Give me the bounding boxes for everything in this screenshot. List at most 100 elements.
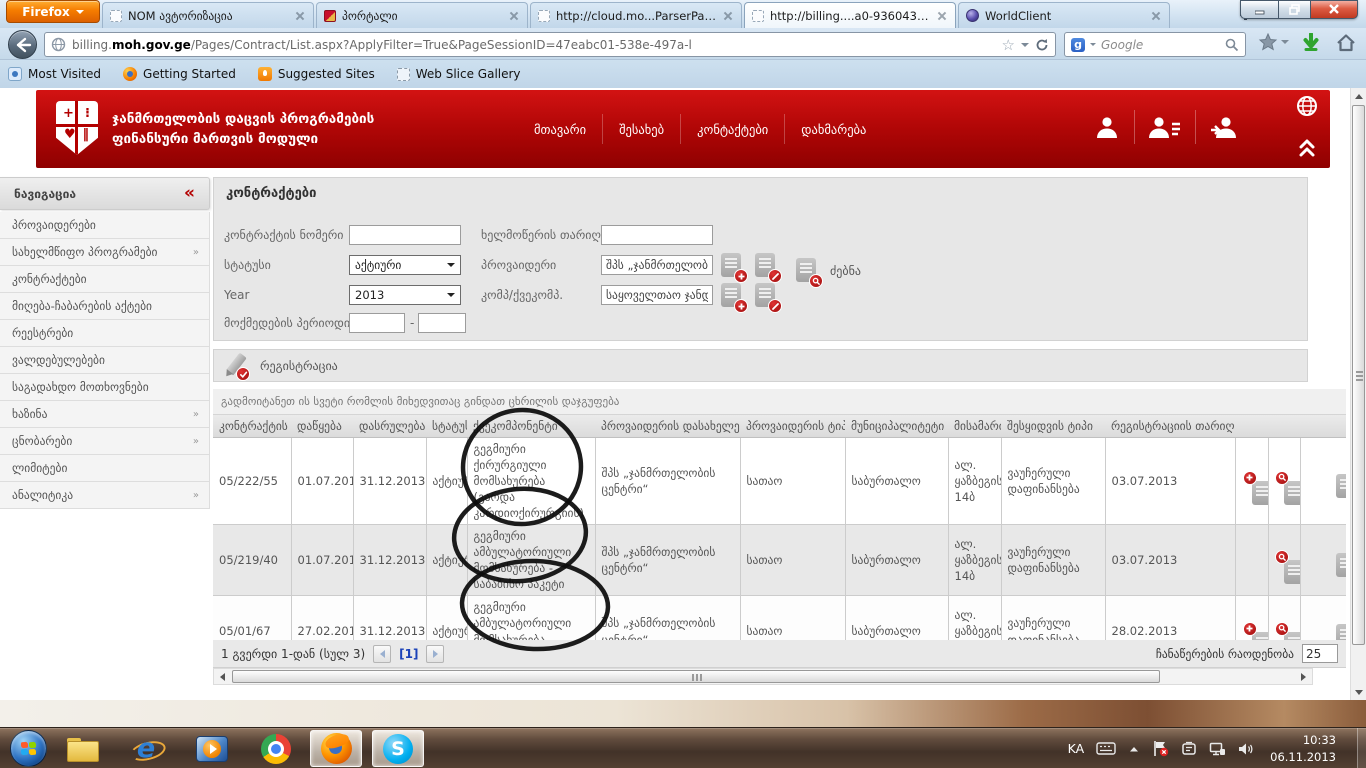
horizontal-scrollbar[interactable] xyxy=(213,668,1313,685)
start-button[interactable] xyxy=(10,730,47,767)
google-engine-icon[interactable] xyxy=(1071,38,1085,52)
table-row[interactable]: 05/219/40 01.07.2013 31.12.2013 აქტიური … xyxy=(213,524,1346,595)
search-contracts-button[interactable]: ძებნა xyxy=(796,258,861,284)
taskbar-explorer[interactable] xyxy=(60,730,104,767)
bookmarks-menu-button[interactable] xyxy=(1258,33,1289,51)
back-button[interactable] xyxy=(8,30,37,59)
nav-contacts[interactable]: კონტაქტები xyxy=(680,114,784,144)
search-input[interactable] xyxy=(1101,38,1220,52)
scroll-up-button[interactable] xyxy=(1351,88,1366,104)
action-center-flag-icon[interactable] xyxy=(1152,740,1169,757)
tab-cloud-parserpage[interactable]: http://cloud.mo...ParserPage.aspx xyxy=(530,2,742,28)
keyboard-icon[interactable] xyxy=(1096,742,1116,755)
nav-about[interactable]: შესახებ xyxy=(602,114,680,144)
provider-input[interactable] xyxy=(601,255,713,275)
close-icon[interactable] xyxy=(1150,10,1162,22)
nav-help[interactable]: დახმარება xyxy=(784,114,882,144)
period-from-input[interactable] xyxy=(349,313,405,333)
engine-dropdown-icon[interactable] xyxy=(1090,43,1096,46)
col-contract-no[interactable]: კონტრაქტის № xyxy=(213,415,291,437)
firefox-menu-button[interactable]: Firefox xyxy=(6,0,100,23)
taskbar-chrome[interactable] xyxy=(254,730,298,767)
language-indicator[interactable]: KA xyxy=(1068,741,1085,756)
col-reg-date[interactable]: რეგისტრაციის თარიღი xyxy=(1105,415,1235,437)
hidden-icons-arrow[interactable] xyxy=(1128,745,1140,753)
sidebar-item-treasury[interactable]: ხაზინა» xyxy=(0,401,210,428)
provider-add-button[interactable] xyxy=(721,253,743,279)
col-purchase-type[interactable]: შესყიდვის ტიპი xyxy=(1001,415,1105,437)
horizontal-scrollbar-thumb[interactable] xyxy=(232,670,1160,683)
table-row[interactable]: 05/222/55 01.07.2013 31.12.2013 აქტიური … xyxy=(213,437,1346,524)
scroll-right-button[interactable] xyxy=(1295,669,1312,684)
contract-number-input[interactable] xyxy=(349,225,461,245)
reload-icon[interactable] xyxy=(1035,38,1049,52)
tab-portal[interactable]: პორტალი xyxy=(316,2,528,28)
year-select[interactable]: 2013 xyxy=(349,285,461,305)
home-button[interactable] xyxy=(1336,33,1356,52)
col-end[interactable]: დასრულება xyxy=(353,415,426,437)
close-icon[interactable] xyxy=(294,10,306,22)
sidebar-item-payment-requests[interactable]: საგადახდო მოთხოვნები xyxy=(0,374,210,401)
taskbar-skype[interactable] xyxy=(372,730,424,767)
volume-icon[interactable] xyxy=(1238,742,1254,756)
taskbar-firefox[interactable] xyxy=(310,730,362,767)
component-input[interactable] xyxy=(601,285,713,305)
tab-billing-active[interactable]: http://billing....a0-9360430033a8 xyxy=(744,2,956,28)
sign-date-input[interactable] xyxy=(601,225,713,245)
close-window-button[interactable] xyxy=(1310,0,1358,19)
col-address[interactable]: მისამართი xyxy=(948,415,1001,437)
removable-device-icon[interactable] xyxy=(1181,741,1197,756)
url-dropdown-icon[interactable] xyxy=(1021,43,1029,47)
sidebar-item-registers[interactable]: რეესტრები xyxy=(0,320,210,347)
component-clear-button[interactable] xyxy=(755,283,777,309)
sidebar-item-providers[interactable]: პროვაიდერები xyxy=(0,212,210,239)
bookmark-suggested-sites[interactable]: Suggested Sites xyxy=(258,67,375,81)
col-status[interactable]: სტატუსი xyxy=(426,415,467,437)
bookmark-web-slice-gallery[interactable]: Web Slice Gallery xyxy=(397,67,521,81)
user-profile-icon[interactable] xyxy=(1080,110,1134,144)
scroll-down-button[interactable] xyxy=(1351,684,1366,700)
scroll-left-button[interactable] xyxy=(214,669,231,684)
downloads-button[interactable] xyxy=(1302,33,1320,53)
prev-page-button[interactable] xyxy=(373,645,391,663)
restore-button[interactable] xyxy=(1278,0,1310,19)
vertical-scrollbar-thumb[interactable] xyxy=(1352,105,1365,645)
close-icon[interactable] xyxy=(508,10,520,22)
user-logout-icon[interactable] xyxy=(1195,110,1254,144)
provider-clear-button[interactable] xyxy=(755,253,777,279)
tab-worldclient[interactable]: WorldClient xyxy=(958,2,1170,28)
taskbar-media-player[interactable] xyxy=(190,730,234,767)
component-add-button[interactable] xyxy=(721,283,743,309)
close-icon[interactable] xyxy=(722,10,734,22)
sidebar-item-limits[interactable]: ლიმიტები xyxy=(0,455,210,482)
col-start[interactable]: დაწყება xyxy=(291,415,353,437)
col-subcomponent[interactable]: ქვეკომპონენტი xyxy=(467,415,595,437)
bookmark-star-icon[interactable]: ☆ xyxy=(1002,36,1015,54)
sidebar-item-state-programs[interactable]: სახელმწიფო პროგრამები» xyxy=(0,239,210,266)
bookmark-getting-started[interactable]: Getting Started xyxy=(123,67,236,81)
show-desktop-button[interactable] xyxy=(1357,728,1366,768)
register-button[interactable]: რეგისტრაცია xyxy=(224,352,338,379)
col-provider-type[interactable]: პროვაიდერის ტიპი xyxy=(740,415,845,437)
nav-home[interactable]: მთავარი xyxy=(518,114,602,144)
language-globe-icon[interactable] xyxy=(1296,95,1318,121)
col-provider-name[interactable]: პროვაიდერის დასახელება xyxy=(595,415,740,437)
sidebar-item-liabilities[interactable]: ვალდებულებები xyxy=(0,347,210,374)
minimize-button[interactable] xyxy=(1240,0,1278,19)
status-select[interactable]: აქტიური xyxy=(349,255,461,275)
collapse-header-icon[interactable] xyxy=(1298,138,1316,162)
sidebar-item-references[interactable]: ცნობარები» xyxy=(0,428,210,455)
col-municipality[interactable]: მუნიციპალიტეტი xyxy=(845,415,948,437)
next-page-button[interactable] xyxy=(426,645,444,663)
search-icon[interactable] xyxy=(1225,38,1239,52)
sidebar-item-acceptance-acts[interactable]: მიღება-ჩაბარების აქტები xyxy=(0,293,210,320)
sidebar-item-analytics[interactable]: ანალიტიკა» xyxy=(0,482,210,509)
tab-nom-authorization[interactable]: NOM ავტორიზაცია xyxy=(102,2,314,28)
close-icon[interactable] xyxy=(936,10,948,22)
records-input[interactable] xyxy=(1302,644,1338,663)
search-bar[interactable] xyxy=(1064,32,1246,57)
current-page-button[interactable]: [1] xyxy=(399,647,418,661)
bookmark-most-visited[interactable]: Most Visited xyxy=(8,67,101,81)
sidebar-collapse-icon[interactable]: « xyxy=(184,185,195,202)
period-to-input[interactable] xyxy=(418,313,466,333)
